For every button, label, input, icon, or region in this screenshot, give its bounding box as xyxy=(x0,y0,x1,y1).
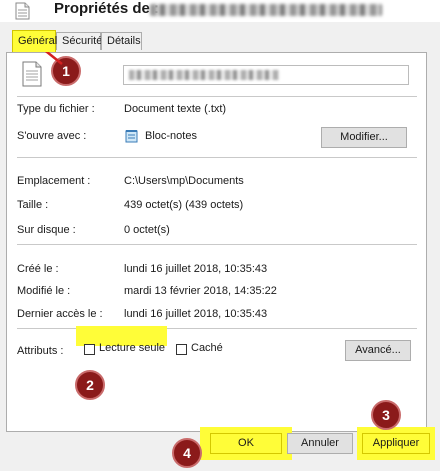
annotation-marker-2: 2 xyxy=(75,370,105,400)
tab-details[interactable]: Détails xyxy=(101,32,142,50)
cancel-button[interactable]: Annuler xyxy=(287,433,353,454)
title-bar: Propriétés de : xyxy=(0,0,440,22)
modified-label: Modifié le : xyxy=(17,285,71,297)
annotation-marker-4: 4 xyxy=(172,438,202,468)
apply-button[interactable]: Appliquer xyxy=(362,433,430,454)
tab-general-label: Général xyxy=(18,35,58,47)
ok-button[interactable]: OK xyxy=(210,433,282,454)
size-value: 439 octet(s) (439 octets) xyxy=(124,199,244,211)
last-accessed-value: lundi 16 juillet 2018, 10:35:43 xyxy=(124,308,268,320)
size-label: Taille : xyxy=(17,199,49,211)
size-on-disk-label: Sur disque : xyxy=(17,224,76,236)
hidden-label[interactable]: Caché xyxy=(191,342,223,354)
readonly-label[interactable]: Lecture seule xyxy=(99,342,165,354)
divider xyxy=(17,96,417,97)
created-label: Créé le : xyxy=(17,263,59,275)
hidden-checkbox[interactable] xyxy=(176,344,187,355)
general-panel: Type du fichier : Document texte (.txt) … xyxy=(6,52,427,432)
file-type-label: Type du fichier : xyxy=(17,103,95,115)
tab-details-label: Détails xyxy=(107,35,141,47)
filename-field[interactable] xyxy=(123,65,409,85)
attributes-label: Attributs : xyxy=(17,345,64,357)
divider xyxy=(17,244,417,245)
modified-value: mardi 13 février 2018, 14:35:22 xyxy=(124,285,277,297)
notepad-icon xyxy=(125,130,138,143)
advanced-button[interactable]: Avancé... xyxy=(345,340,411,361)
redacted-filename xyxy=(129,70,279,80)
properties-dialog: Général Sécurité Détails Type du fichier… xyxy=(0,22,440,471)
size-on-disk-value: 0 octet(s) xyxy=(124,224,170,236)
annotation-marker-3: 3 xyxy=(371,400,401,430)
opens-with-value: Bloc-notes xyxy=(145,130,197,142)
divider xyxy=(17,157,417,158)
opens-with-label: S'ouvre avec : xyxy=(17,130,87,142)
modify-button[interactable]: Modifier... xyxy=(321,127,407,148)
window-title: Propriétés de : xyxy=(54,0,160,17)
location-value: C:\Users\mp\Documents xyxy=(124,175,244,187)
last-accessed-label: Dernier accès le : xyxy=(17,308,103,320)
created-value: lundi 16 juillet 2018, 10:35:43 xyxy=(124,263,268,275)
location-label: Emplacement : xyxy=(17,175,91,187)
redacted-filename xyxy=(150,4,382,16)
text-file-icon xyxy=(15,2,30,20)
tab-general[interactable]: Général xyxy=(12,30,58,52)
readonly-checkbox[interactable] xyxy=(84,344,95,355)
file-type-value: Document texte (.txt) xyxy=(124,103,227,115)
